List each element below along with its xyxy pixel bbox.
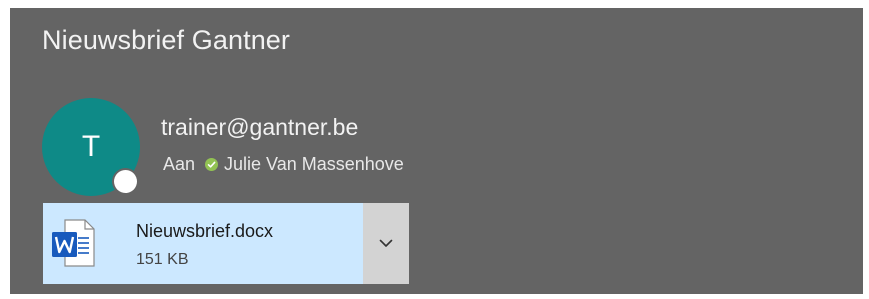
attachment-options-button[interactable] bbox=[363, 203, 409, 284]
attachment-card[interactable]: Nieuwsbrief.docx 151 KB bbox=[43, 203, 395, 284]
recipient-name[interactable]: Julie Van Massenhove bbox=[224, 154, 404, 175]
chevron-down-icon bbox=[379, 239, 393, 247]
sender-address[interactable]: trainer@gantner.be bbox=[161, 114, 358, 141]
verified-check-icon bbox=[205, 158, 219, 171]
attachment-size: 151 KB bbox=[136, 251, 189, 268]
message-subject: Nieuwsbrief Gantner bbox=[42, 25, 291, 55]
presence-status-icon bbox=[114, 170, 137, 193]
word-document-icon bbox=[52, 219, 95, 267]
window: Nieuwsbrief Gantner T trainer@gantner.be… bbox=[0, 0, 869, 299]
attachment-filename: Nieuwsbrief.docx bbox=[136, 221, 274, 241]
attachment-open-area[interactable]: Nieuwsbrief.docx 151 KB bbox=[43, 203, 395, 284]
avatar-initial: T bbox=[81, 130, 101, 163]
recipients-line: Aan Julie Van Massenhove bbox=[163, 154, 404, 175]
to-label: Aan bbox=[163, 154, 196, 174]
message-header: Nieuwsbrief Gantner T trainer@gantner.be… bbox=[10, 8, 863, 294]
